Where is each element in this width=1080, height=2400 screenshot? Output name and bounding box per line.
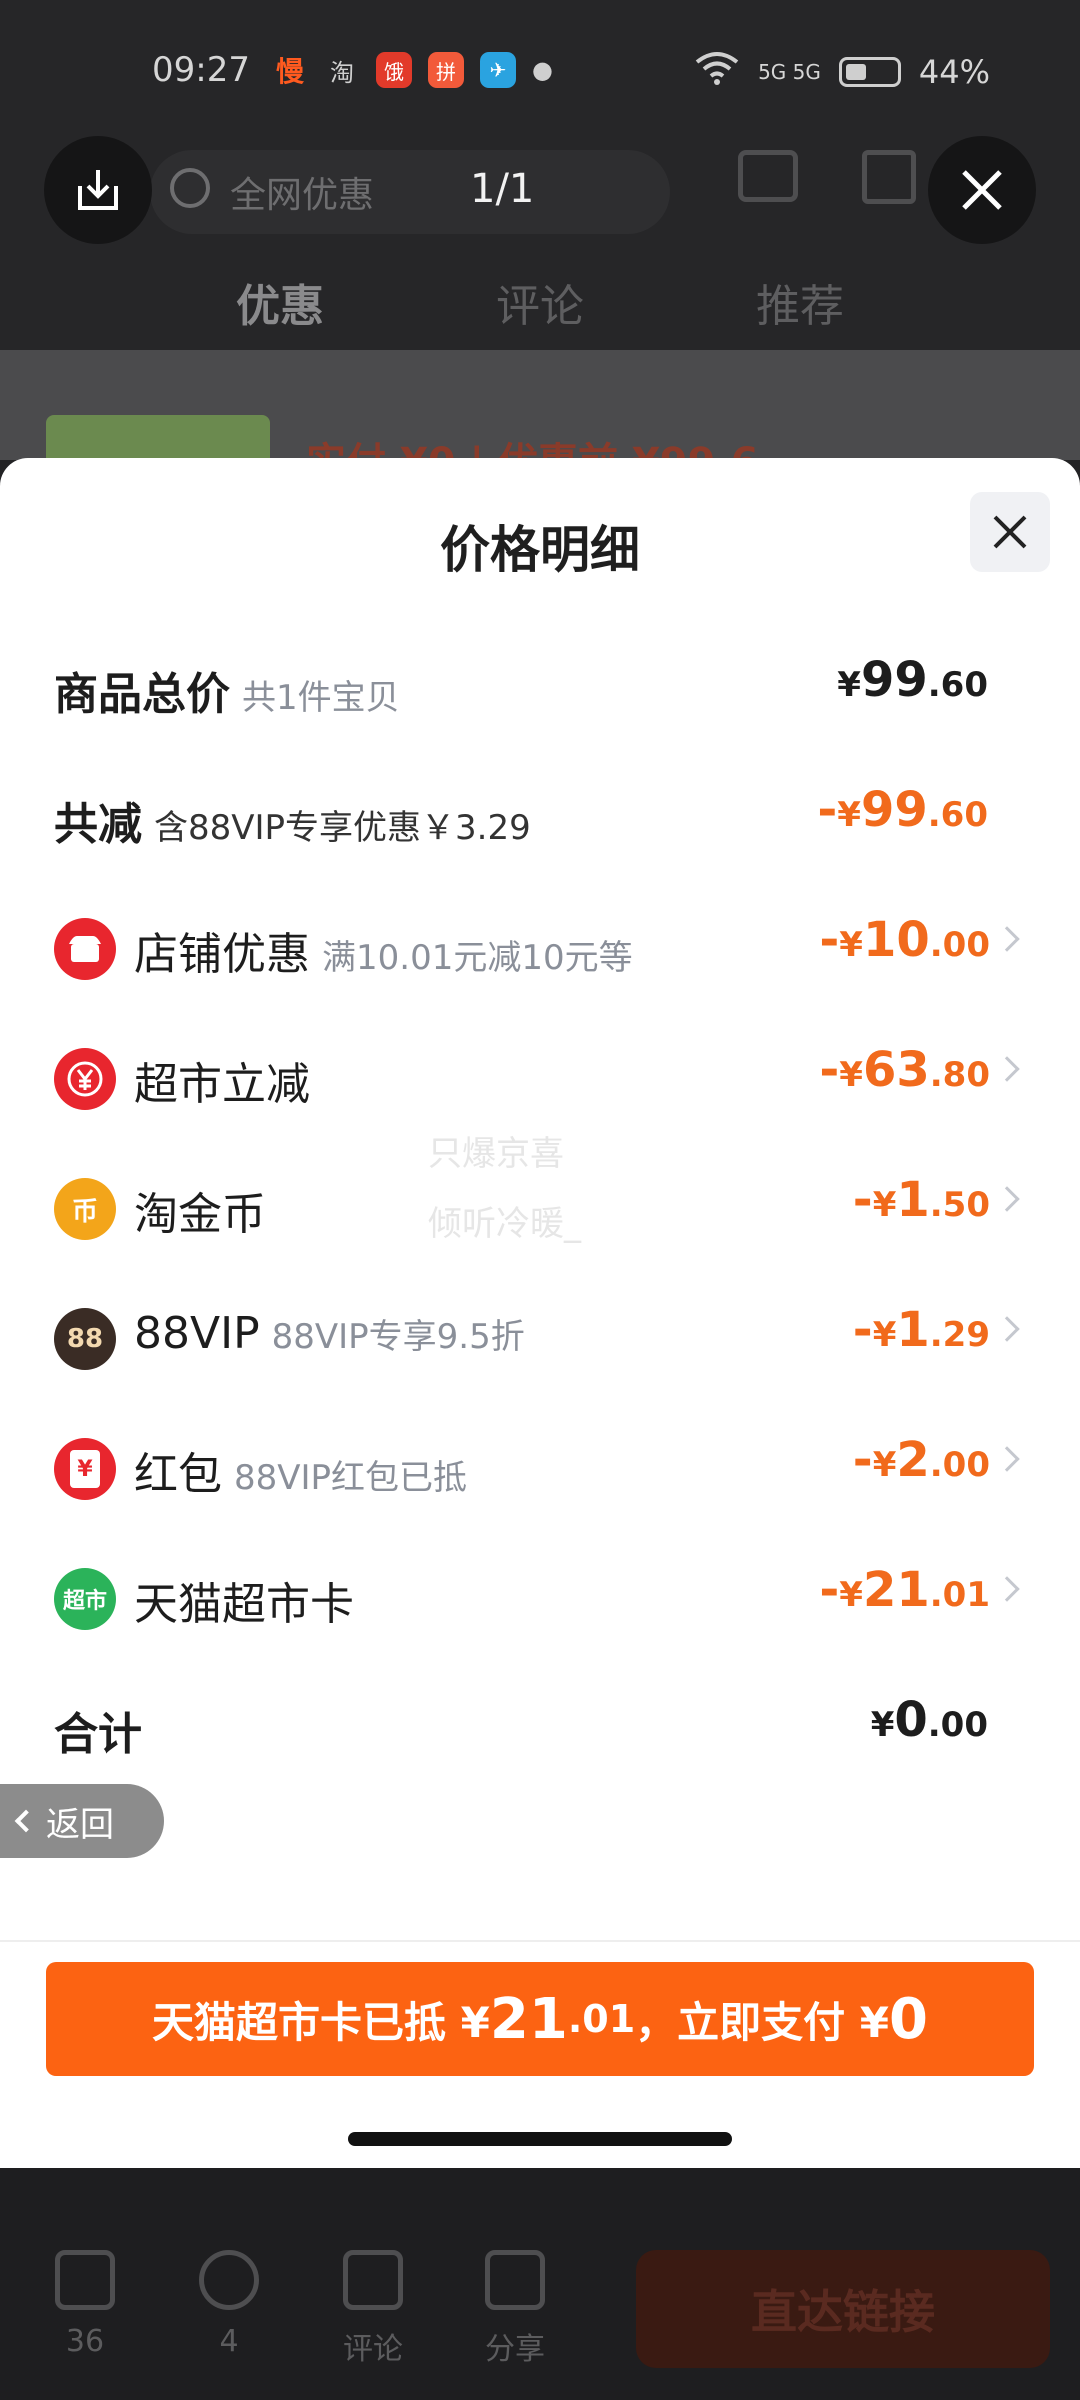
88vip-icon: 88 — [54, 1308, 116, 1370]
tmall-supermarket-icon: 超市 — [54, 1568, 116, 1630]
signal-icon: 5G 5G — [758, 60, 821, 84]
star-icon — [199, 2250, 259, 2310]
comment-button: 评论 — [328, 2250, 418, 2368]
notification-icons: 慢 淘 饿 拼 ✈ ● — [272, 52, 553, 88]
row-amount: -¥10.00 — [819, 912, 990, 968]
row-store-discount[interactable]: 店铺优惠 满10.01元减10元等 -¥10.00 — [0, 896, 1080, 996]
screen: 09:27 慢 淘 饿 拼 ✈ ● 5G 5G 44% 全网优惠 优惠 评论 推… — [0, 0, 1080, 2400]
direct-link-button: 直达链接 — [636, 2250, 1050, 2368]
like-count: 36 — [65, 2324, 105, 2359]
row-amount: -¥2.00 — [852, 1432, 990, 1488]
search-icon — [170, 168, 210, 208]
gold-coin-icon: 币 — [54, 1178, 116, 1240]
red-packet-glyph: ¥ — [70, 1450, 100, 1488]
share-icon — [485, 2250, 545, 2310]
close-icon — [993, 515, 1027, 549]
row-amount: -¥99.60 — [817, 782, 988, 838]
pay-card-amount-dec: .01 — [567, 1997, 636, 2041]
row-label: 商品总价 共1件宝贝 — [54, 669, 400, 720]
chevron-right-icon — [994, 926, 1020, 952]
message-icon — [738, 150, 798, 202]
home-indicator[interactable] — [348, 2132, 732, 2146]
yuan-coin-icon — [54, 1048, 116, 1110]
tab-recommend: 推荐 — [756, 281, 844, 332]
price-detail-sheet: 价格明细 商品总价 共1件宝贝 ¥99.60 共减 含88VIP专享优惠￥3.29 … — [0, 458, 1080, 2168]
share-button: 分享 — [470, 2250, 560, 2368]
battery-icon — [838, 57, 901, 87]
app-icon-pinduoduo: 拼 — [428, 52, 464, 88]
row-label: 天猫超市卡 — [134, 1579, 354, 1630]
row-amount: -¥1.29 — [852, 1302, 990, 1358]
tab-comments: 评论 — [496, 281, 584, 332]
row-label: 淘金币 — [134, 1189, 266, 1240]
row-tmall-supermarket-card[interactable]: 超市 天猫超市卡 -¥21.01 — [0, 1546, 1080, 1646]
search-placeholder: 全网优惠 — [230, 175, 375, 216]
fav-count: 4 — [219, 2324, 239, 2359]
share-icon — [862, 150, 916, 204]
pay-prefix: 天猫超市卡已抵 ¥ — [152, 1997, 490, 2047]
row-label: 共减 含88VIP专享优惠￥3.29 — [54, 799, 531, 850]
red-packet-icon: ¥ — [54, 1438, 116, 1500]
comment-label: 评论 — [343, 2332, 403, 2367]
row-label: 红包 88VIP红包已抵 — [134, 1449, 468, 1500]
app-icon-man: 慢 — [275, 55, 304, 88]
background-tabs: 优惠 评论 推荐 — [0, 270, 1080, 334]
row-88vip[interactable]: 88 88VIP 88VIP专享9.5折 -¥1.29 — [0, 1286, 1080, 1386]
chevron-right-icon — [994, 1056, 1020, 1082]
favorite-button: 4 — [184, 2250, 274, 2359]
divider — [0, 1940, 1080, 1942]
row-sum: 合计 ¥0.00 — [0, 1676, 1080, 1776]
chevron-left-icon — [14, 1809, 38, 1833]
battery-level: 44% — [918, 53, 990, 91]
watermark-text: 倾听冷暖_ — [428, 1204, 581, 1244]
row-label: 合计 — [54, 1709, 142, 1760]
row-amount: -¥1.50 — [852, 1172, 990, 1228]
back-button[interactable]: 返回 — [0, 1784, 164, 1858]
row-amount: -¥21.01 — [819, 1562, 990, 1618]
app-icon-taobao: 淘 — [330, 58, 354, 87]
row-total-reduction: 共减 含88VIP专享优惠￥3.29 -¥99.60 — [0, 766, 1080, 866]
row-amount: ¥0.00 — [870, 1692, 988, 1748]
status-time: 09:27 — [152, 50, 250, 90]
wifi-icon — [694, 50, 740, 94]
row-amount: ¥99.60 — [837, 652, 988, 708]
back-label: 返回 — [46, 1804, 114, 1845]
sheet-close-button[interactable] — [970, 492, 1050, 572]
store-icon — [54, 918, 116, 980]
chevron-right-icon — [994, 1576, 1020, 1602]
row-amount: -¥63.80 — [819, 1042, 990, 1098]
row-supermarket-discount[interactable]: 超市立减 -¥63.80 — [0, 1026, 1080, 1126]
chevron-right-icon — [994, 1316, 1020, 1342]
app-icon-telegram: ✈ — [480, 52, 516, 88]
row-label: 店铺优惠 满10.01元减10元等 — [134, 929, 633, 980]
pay-middle: ，立即支付 ¥ — [635, 1997, 889, 2047]
like-button: 36 — [40, 2250, 130, 2359]
row-total-price: 商品总价 共1件宝贝 ¥99.60 — [0, 636, 1080, 736]
thumbs-up-icon — [55, 2250, 115, 2310]
status-right: 5G 5G 44% — [694, 50, 990, 94]
row-red-packet[interactable]: ¥ 红包 88VIP红包已抵 -¥2.00 — [0, 1416, 1080, 1516]
pay-amount: 0 — [889, 1986, 928, 2052]
page-indicator: 1/1 — [470, 166, 535, 212]
chevron-right-icon — [994, 1446, 1020, 1472]
comment-icon — [343, 2250, 403, 2310]
download-button[interactable] — [44, 136, 152, 244]
more-dot-icon: ● — [532, 56, 553, 84]
share-label: 分享 — [485, 2332, 545, 2367]
pay-button[interactable]: 天猫超市卡已抵 ¥21.01 ，立即支付 ¥0 — [46, 1962, 1034, 2076]
tab-deals: 优惠 — [236, 281, 324, 332]
app-icon-eleme: 饿 — [376, 52, 412, 88]
background-search-box: 全网优惠 — [150, 150, 670, 234]
row-label: 超市立减 — [134, 1059, 310, 1110]
status-bar: 09:27 慢 淘 饿 拼 ✈ ● 5G 5G 44% — [0, 0, 1080, 140]
pay-card-amount-int: 21 — [489, 1986, 568, 2052]
chevron-right-icon — [994, 1186, 1020, 1212]
download-icon — [78, 170, 118, 210]
close-viewer-button[interactable] — [928, 136, 1036, 244]
sheet-title: 价格明细 — [440, 521, 640, 579]
close-icon — [962, 170, 1002, 210]
row-label: 88VIP 88VIP专享9.5折 — [134, 1308, 525, 1359]
